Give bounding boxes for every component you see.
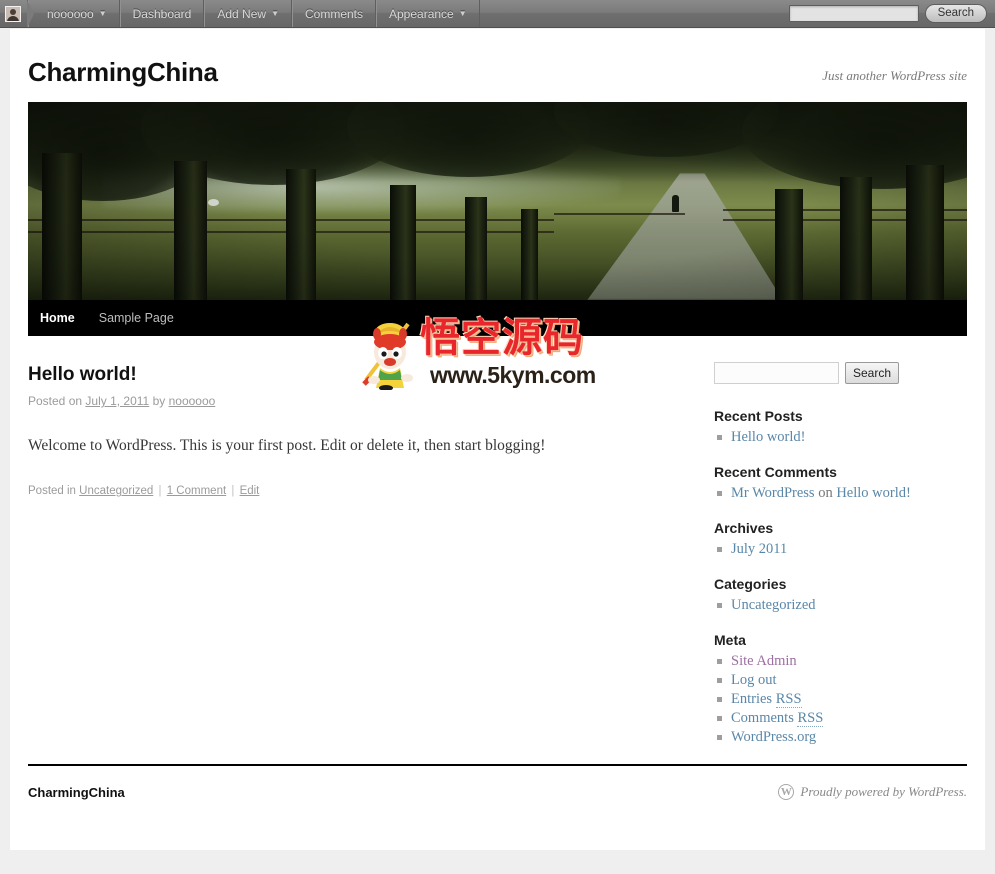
site-description: Just another WordPress site	[822, 68, 967, 83]
widget-list: Hello world!	[714, 428, 949, 446]
widget-recent-posts: Recent Posts Hello world!	[714, 408, 949, 446]
widget-title: Archives	[714, 520, 774, 536]
meta-entries-rss-link[interactable]: Entries RSS	[731, 691, 802, 708]
meta-separator: |	[158, 485, 162, 498]
admin-bar-item-label: Comments	[304, 6, 363, 21]
sidebar-search-button[interactable]: Search	[845, 362, 900, 384]
sidebar-search-input[interactable]	[714, 362, 839, 384]
admin-bar-item-comments[interactable]: Comments	[291, 0, 376, 27]
admin-bar-item-add-new[interactable]: Add New ▼	[204, 0, 292, 27]
list-item: Comments RSS	[714, 709, 949, 727]
list-item: July 2011	[714, 540, 949, 558]
site-title[interactable]: CharmingChina	[28, 57, 218, 88]
category-link[interactable]: Uncategorized	[731, 597, 816, 613]
widget-list: Mr WordPress on Hello world!	[714, 484, 949, 502]
widget-recent-comments: Recent Comments Mr WordPress on Hello wo…	[714, 464, 949, 502]
post-category-link[interactable]: Uncategorized	[79, 485, 153, 497]
list-item: Uncategorized	[714, 596, 949, 614]
post-comments-link[interactable]: 1 Comment	[167, 485, 226, 497]
meta-wordpress-org-link[interactable]: WordPress.org	[731, 729, 816, 745]
chevron-down-icon: ▼	[458, 8, 467, 18]
admin-bar-item-dashboard[interactable]: Dashboard	[119, 0, 205, 27]
primary-navigation: Home Sample Page	[28, 300, 967, 336]
sidebar-search-widget: Search	[714, 362, 949, 384]
widget-title: Categories	[714, 576, 787, 592]
list-item: Entries RSS	[714, 690, 949, 708]
posted-in-label: Posted in	[28, 485, 76, 498]
nav-item-home[interactable]: Home	[28, 300, 87, 336]
branding-row: CharmingChina Just another WordPress sit…	[28, 29, 967, 102]
chevron-down-icon: ▼	[98, 8, 107, 18]
site-branding: CharmingChina Just another WordPress sit…	[10, 29, 985, 336]
site-generator-credit[interactable]: W Proudly powered by WordPress.	[778, 784, 967, 800]
primary-content-column: Hello world! Posted on July 1, 2011 by n…	[28, 315, 688, 764]
site-footer: CharmingChina W Proudly powered by WordP…	[28, 764, 967, 824]
site-generator-text: Proudly powered by WordPress.	[800, 784, 967, 799]
main-content-area: Hello world! Posted on July 1, 2011 by n…	[10, 315, 985, 764]
list-item: Hello world!	[714, 428, 949, 446]
user-avatar-icon[interactable]	[5, 5, 21, 22]
post-meta: Posted on July 1, 2011 by noooooo	[28, 394, 688, 408]
comment-on-label: on	[814, 485, 837, 501]
post-content: Welcome to WordPress. This is your first…	[28, 437, 546, 454]
admin-bar-search-button[interactable]: Search	[924, 4, 987, 23]
post-date-link[interactable]: July 1, 2011	[85, 394, 149, 408]
widget-list: Uncategorized	[714, 596, 949, 614]
meta-site-admin-link[interactable]: Site Admin	[731, 653, 797, 669]
admin-bar-item-label: noooooo	[47, 6, 94, 21]
post-entry-footer: Posted in Uncategorized | 1 Comment | Ed…	[28, 485, 688, 497]
widget-title: Meta	[714, 632, 746, 648]
admin-bar-item-appearance[interactable]: Appearance ▼	[376, 0, 480, 27]
footer-site-title[interactable]: CharmingChina	[28, 785, 125, 800]
widget-meta: Meta Site Admin Log out Entries RSS Comm…	[714, 632, 949, 746]
rss-abbr: RSS	[775, 691, 802, 708]
post-meta-posted-on-label: Posted on	[28, 394, 83, 408]
meta-comments-rss-link[interactable]: Comments RSS	[731, 710, 824, 727]
post-author-link[interactable]: noooooo	[169, 394, 216, 408]
widget-list: July 2011	[714, 540, 949, 558]
meta-logout-link[interactable]: Log out	[731, 672, 777, 688]
post-edit-link[interactable]: Edit	[240, 485, 260, 497]
widget-title: Recent Posts	[714, 408, 803, 424]
admin-bar-search-area: Search	[788, 0, 995, 27]
recent-post-link[interactable]: Hello world!	[731, 429, 806, 445]
admin-bar-item-label: Dashboard	[132, 6, 192, 21]
post-title[interactable]: Hello world!	[28, 364, 688, 386]
meta-separator: |	[231, 485, 235, 498]
wp-admin-bar: noooooo ▼ Dashboard Add New ▼ Comments A…	[0, 0, 995, 28]
meta-comments-label: Comments	[731, 710, 798, 726]
header-image-vignette	[28, 102, 967, 300]
admin-bar-item-my-account[interactable]: noooooo ▼	[28, 0, 120, 27]
page-container: CharmingChina Just another WordPress sit…	[10, 29, 985, 850]
rss-abbr: RSS	[797, 710, 824, 727]
meta-entries-label: Entries	[731, 691, 776, 707]
widget-title: Recent Comments	[714, 464, 837, 480]
header-image[interactable]	[28, 102, 967, 300]
post-meta-by-label: by	[152, 394, 166, 408]
comment-post-link[interactable]: Hello world!	[836, 485, 911, 501]
admin-bar-search-input[interactable]	[788, 5, 919, 22]
admin-bar-item-label: Appearance	[389, 6, 454, 21]
widget-archives: Archives July 2011	[714, 520, 949, 558]
widget-list: Site Admin Log out Entries RSS Comments …	[714, 652, 949, 746]
list-item: Site Admin	[714, 652, 949, 670]
archive-link[interactable]: July 2011	[731, 541, 787, 557]
nav-item-sample-page[interactable]: Sample Page	[87, 300, 186, 336]
list-item: WordPress.org	[714, 728, 949, 746]
admin-bar-item-label: Add New	[217, 6, 267, 21]
list-item: Mr WordPress on Hello world!	[714, 484, 949, 502]
wordpress-logo-icon: W	[778, 784, 795, 800]
list-item: Log out	[714, 671, 949, 689]
comment-author-link[interactable]: Mr WordPress	[731, 485, 815, 501]
avatar-arrow-decoration	[27, 0, 34, 28]
sidebar: Search Recent Posts Hello world! Recent …	[714, 336, 949, 764]
chevron-down-icon: ▼	[271, 8, 279, 18]
admin-bar-avatar-container[interactable]	[0, 0, 34, 28]
widget-categories: Categories Uncategorized	[714, 576, 949, 614]
